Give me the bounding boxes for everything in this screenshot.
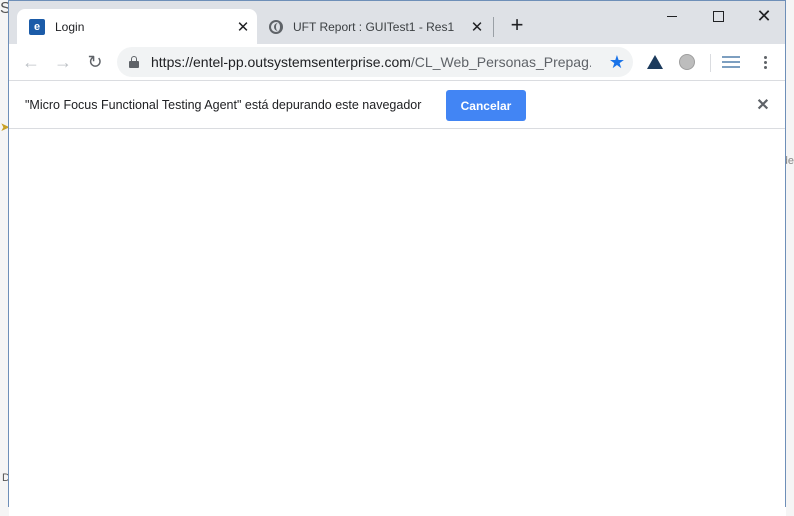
maximize-button[interactable] <box>695 1 741 31</box>
infobar-message: "Micro Focus Functional Testing Agent" e… <box>25 98 422 112</box>
tab-title: Login <box>55 19 85 34</box>
background-window-right <box>786 0 794 516</box>
cancel-button[interactable]: Cancelar <box>446 90 526 121</box>
close-window-button[interactable]: ✕ <box>741 1 787 31</box>
reload-button[interactable]: ↻ <box>83 50 107 74</box>
new-tab-button[interactable]: + <box>506 14 528 36</box>
lines-icon <box>722 54 740 70</box>
page-content <box>9 129 785 507</box>
tab-strip: e Login ✕ UFT Report : GUITest1 - Res1 ✕… <box>9 1 785 44</box>
tab-divider <box>493 17 494 37</box>
minimize-icon <box>667 15 677 17</box>
globe-icon <box>269 19 283 34</box>
bookmark-star-icon[interactable]: ★ <box>609 52 625 73</box>
close-tab-icon[interactable]: ✕ <box>469 19 485 36</box>
e-brand-icon: e <box>29 18 45 35</box>
triangle-logo-icon <box>647 55 663 69</box>
tab-uft-report[interactable]: UFT Report : GUITest1 - Res1 ✕ <box>259 9 491 44</box>
tab-title: UFT Report : GUITest1 - Res1 <box>293 19 455 34</box>
address-bar[interactable]: https://entel-pp.outsystemsenterprise.co… <box>117 47 633 77</box>
maximize-icon <box>712 10 724 22</box>
toolbar-separator <box>710 54 711 72</box>
minimize-button[interactable] <box>649 1 695 31</box>
url-path: /CL_Web_Personas_Prepag... <box>410 54 591 70</box>
extension-circle-button[interactable] <box>677 52 697 72</box>
extension-triangle-button[interactable] <box>645 52 665 72</box>
lock-icon[interactable] <box>129 56 139 68</box>
close-tab-icon[interactable]: ✕ <box>235 19 251 36</box>
tab-login[interactable]: e Login ✕ <box>17 9 257 44</box>
browser-menu-button[interactable] <box>755 52 775 72</box>
url-text[interactable]: https://entel-pp.outsystemsenterprise.co… <box>151 54 591 70</box>
browser-toolbar: ← → ↻ https://entel-pp.outsystemsenterpr… <box>9 44 785 80</box>
extension-lines-button[interactable] <box>721 52 741 72</box>
browser-window: e Login ✕ UFT Report : GUITest1 - Res1 ✕… <box>8 0 786 507</box>
gray-circle-icon <box>679 54 695 70</box>
forward-button[interactable]: → <box>51 50 75 74</box>
url-domain: https://entel-pp.outsystemsenterprise.co… <box>151 54 411 70</box>
back-button[interactable]: ← <box>19 50 43 74</box>
debugging-infobar: "Micro Focus Functional Testing Agent" e… <box>9 80 785 129</box>
close-infobar-icon[interactable]: ✕ <box>753 95 773 115</box>
